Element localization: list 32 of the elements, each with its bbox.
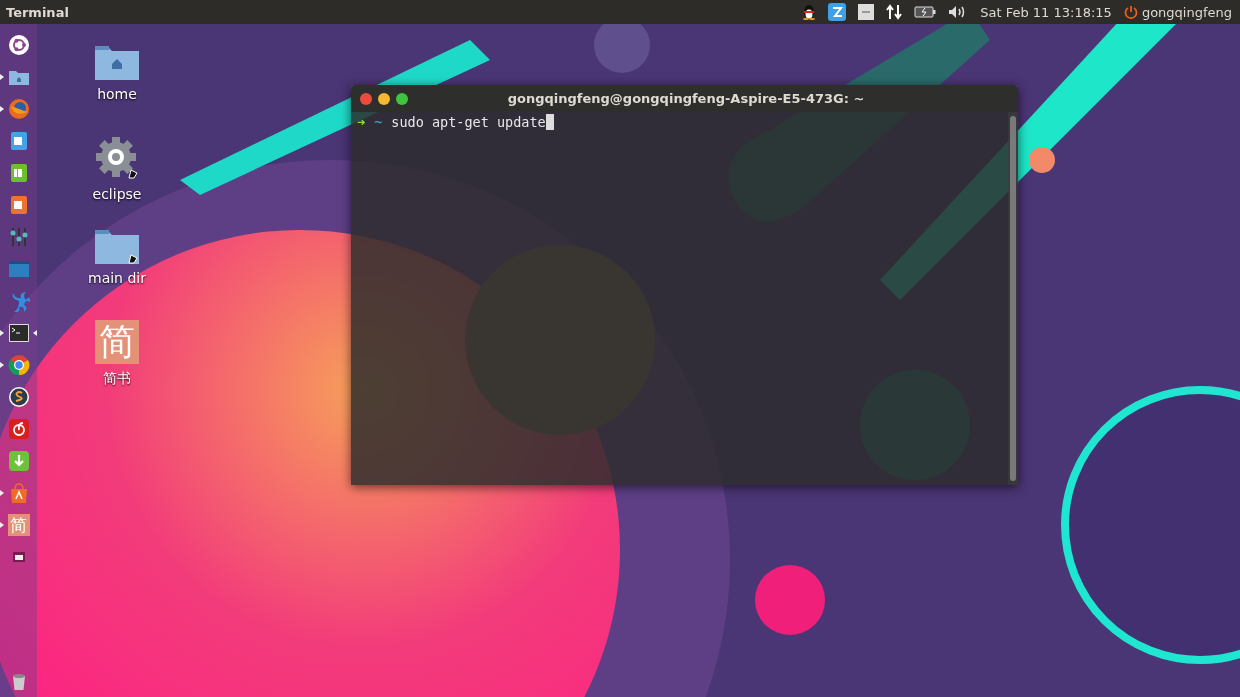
- desktop-icon-label[interactable]: eclipse: [92, 186, 142, 202]
- penguin-icon[interactable]: [802, 4, 817, 20]
- maximize-button[interactable]: [396, 92, 408, 105]
- window-title: gongqingfeng@gongqingfeng-Aspire-E5-473G: ~: [506, 91, 866, 106]
- gear-shortcut-icon[interactable]: [95, 136, 139, 180]
- volume-icon[interactable]: [948, 5, 967, 19]
- network-arrows-icon[interactable]: [886, 4, 903, 20]
- prompt-arrow: ➜: [357, 114, 366, 130]
- text-cursor: [545, 114, 554, 130]
- prompt-directory: ~: [374, 114, 383, 130]
- home-folder-icon[interactable]: [95, 44, 139, 80]
- input-method-icon[interactable]: [828, 3, 847, 21]
- power-icon[interactable]: [1123, 5, 1138, 19]
- battery-icon[interactable]: [914, 6, 937, 18]
- scrollbar[interactable]: [1008, 112, 1018, 485]
- desktop-icon-label[interactable]: home: [97, 86, 137, 102]
- globe-fox-icon[interactable]: [7, 98, 30, 120]
- user-name[interactable]: gongqingfeng: [1141, 4, 1232, 20]
- letter-circle-icon[interactable]: [7, 386, 30, 408]
- terminal-icon[interactable]: [7, 322, 30, 344]
- app-title: Terminal: [6, 4, 69, 20]
- small-planet: [755, 565, 825, 635]
- chrome-ring-icon[interactable]: [7, 354, 30, 376]
- desktop-icon-label[interactable]: 简书: [103, 370, 131, 388]
- minimize-button[interactable]: [378, 92, 390, 105]
- command-text: sudo apt-get update: [391, 114, 546, 130]
- folder-shortcut-icon[interactable]: [95, 228, 139, 264]
- desktop-icon-label[interactable]: main dir: [88, 270, 146, 286]
- close-button[interactable]: [360, 92, 372, 105]
- clock[interactable]: Sat Feb 11 13:18:15: [980, 4, 1112, 20]
- ubuntu-logo-icon[interactable]: [7, 34, 30, 56]
- small-planet: [1029, 147, 1055, 173]
